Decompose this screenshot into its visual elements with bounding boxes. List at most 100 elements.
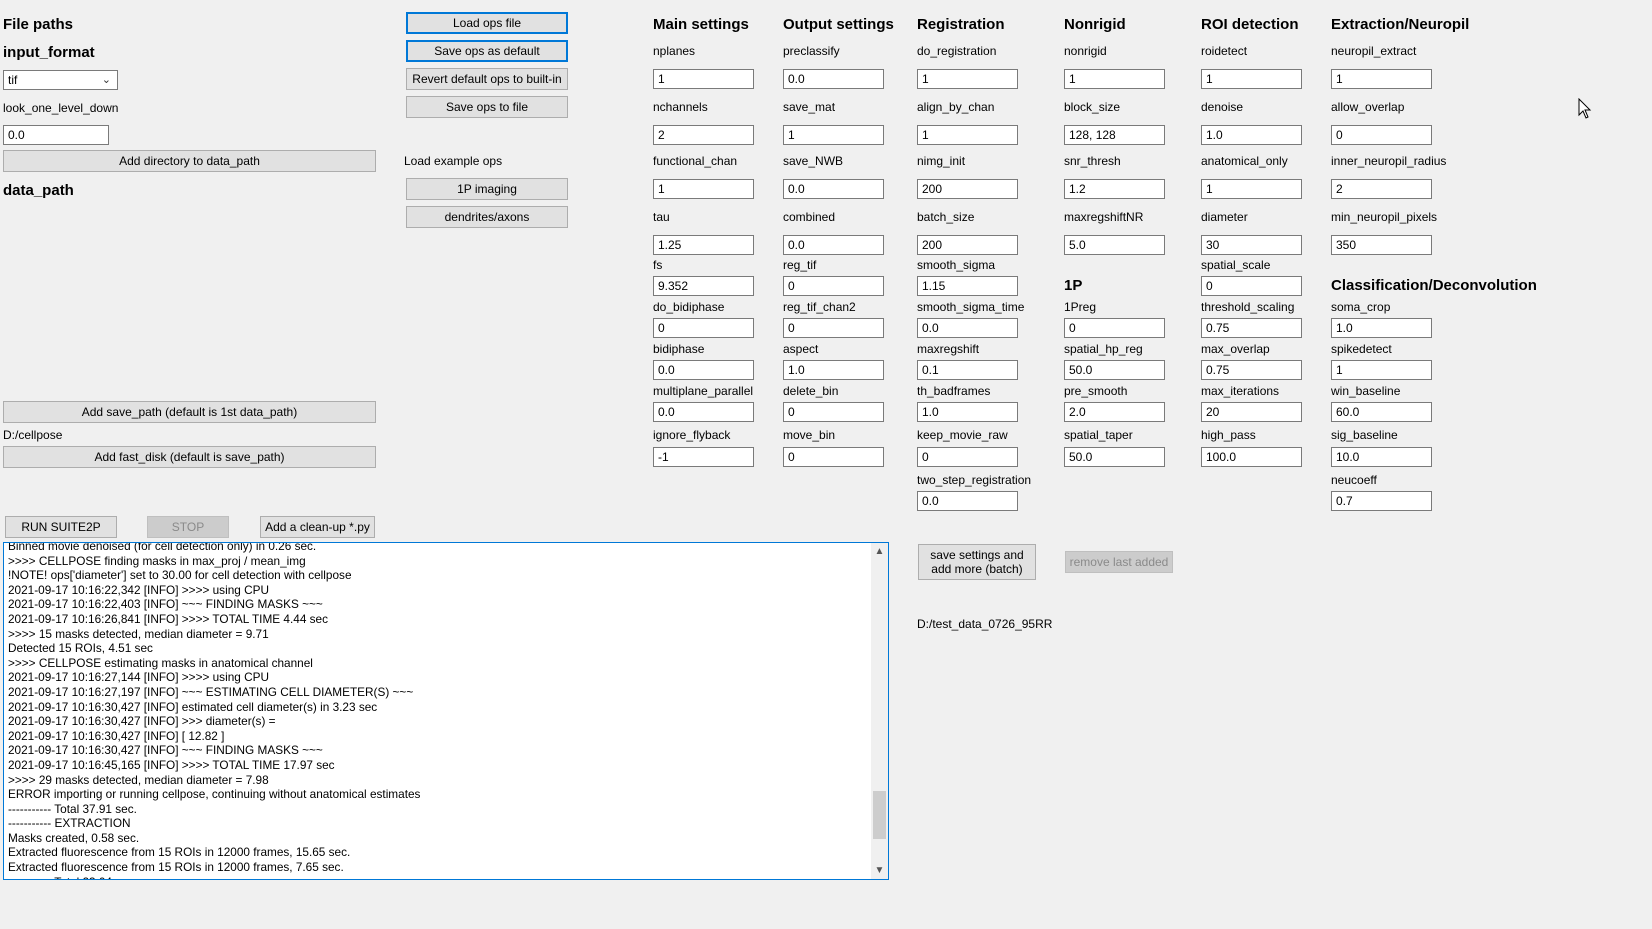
aspect-input[interactable] xyxy=(783,360,884,380)
run-suite2p-button[interactable]: RUN SUITE2P xyxy=(5,516,117,538)
tau-input[interactable] xyxy=(653,235,754,255)
nchannels-label: nchannels xyxy=(653,100,708,114)
save-ops-file-button[interactable]: Save ops to file xyxy=(406,96,568,118)
maxregshiftnr-label: maxregshiftNR xyxy=(1064,210,1144,224)
save-settings-batch-button[interactable]: save settings and add more (batch) xyxy=(918,544,1036,580)
multiplane-parallel-input[interactable] xyxy=(653,402,754,422)
bidiphase-input[interactable] xyxy=(653,360,754,380)
sig-baseline-input[interactable] xyxy=(1331,447,1432,467)
log-line: >>>> CELLPOSE finding masks in max_proj … xyxy=(8,553,306,568)
multiplane-parallel-label: multiplane_parallel xyxy=(653,384,754,398)
inner-neuropil-radius-input[interactable] xyxy=(1331,179,1432,199)
do-bidiphase-input[interactable] xyxy=(653,318,754,338)
do-registration-label: do_registration xyxy=(917,44,997,58)
threshold-scaling-input[interactable] xyxy=(1201,318,1302,338)
max-overlap-label: max_overlap xyxy=(1201,342,1270,356)
cleanup-button[interactable]: Add a clean-up *.py xyxy=(260,516,375,538)
maxregshiftnr-input[interactable] xyxy=(1064,235,1165,255)
diameter-input[interactable] xyxy=(1201,235,1302,255)
combined-input[interactable] xyxy=(783,235,884,255)
soma-crop-input[interactable] xyxy=(1331,318,1432,338)
add-fast-disk-button[interactable]: Add fast_disk (default is save_path) xyxy=(3,446,376,468)
log-line: >>>> CELLPOSE estimating masks in anatom… xyxy=(8,655,313,670)
do-registration-input[interactable] xyxy=(917,69,1018,89)
nimg-init-input[interactable] xyxy=(917,179,1018,199)
batch-path: D:/test_data_0726_95RR xyxy=(917,617,1053,631)
smooth-sigma-time-label: smooth_sigma_time xyxy=(917,300,1025,314)
smooth-sigma-time-input[interactable] xyxy=(917,318,1018,338)
move-bin-input[interactable] xyxy=(783,447,884,467)
max-iterations-label: max_iterations xyxy=(1201,384,1280,398)
keep-movie-raw-label: keep_movie_raw xyxy=(917,428,1008,442)
p1reg-input[interactable] xyxy=(1064,318,1165,338)
neucoeff-input[interactable] xyxy=(1331,491,1432,511)
smooth-sigma-input[interactable] xyxy=(917,276,1018,296)
high-pass-label: high_pass xyxy=(1201,428,1256,442)
spatial-taper-input[interactable] xyxy=(1064,447,1165,467)
nonrigid-input[interactable] xyxy=(1064,69,1165,89)
maxregshift-input[interactable] xyxy=(917,360,1018,380)
log-line: ----------- EXTRACTION xyxy=(8,816,131,831)
look-one-level-down-input[interactable] xyxy=(3,125,109,145)
log-line: Extracted fluorescence from 15 ROIs in 1… xyxy=(8,860,344,875)
add-save-path-button[interactable]: Add save_path (default is 1st data_path) xyxy=(3,401,376,423)
diameter-label: diameter xyxy=(1201,210,1248,224)
file-paths-header: File paths xyxy=(3,16,74,33)
win-baseline-input[interactable] xyxy=(1331,402,1432,422)
nplanes-input[interactable] xyxy=(653,69,754,89)
nchannels-input[interactable] xyxy=(653,125,754,145)
log-line: >>>> 29 masks detected, median diameter … xyxy=(8,772,269,787)
save-nwb-input[interactable] xyxy=(783,179,884,199)
snr-thresh-input[interactable] xyxy=(1064,179,1165,199)
pre-smooth-input[interactable] xyxy=(1064,402,1165,422)
allow-overlap-input[interactable] xyxy=(1331,125,1432,145)
input-format-value: tif xyxy=(8,73,18,87)
two-step-registration-label: two_step_registration xyxy=(917,473,1032,487)
spatial-hp-reg-input[interactable] xyxy=(1064,360,1165,380)
ignore-flyback-input[interactable] xyxy=(653,447,754,467)
delete-bin-input[interactable] xyxy=(783,402,884,422)
preclassify-input[interactable] xyxy=(783,69,884,89)
fs-input[interactable] xyxy=(653,276,754,296)
nplanes-label: nplanes xyxy=(653,44,696,58)
data-path-label: data_path xyxy=(3,182,74,199)
min-neuropil-pixels-input[interactable] xyxy=(1331,235,1432,255)
log-output[interactable]: Binned movie denoised (for cell detectio… xyxy=(3,542,889,880)
anatomical-only-input[interactable] xyxy=(1201,179,1302,199)
scroll-thumb[interactable] xyxy=(873,791,886,839)
spikedetect-input[interactable] xyxy=(1331,360,1432,380)
combined-label: combined xyxy=(783,210,836,224)
keep-movie-raw-input[interactable] xyxy=(917,447,1018,467)
stop-button[interactable]: STOP xyxy=(147,516,229,538)
max-iterations-input[interactable] xyxy=(1201,402,1302,422)
roidetect-input[interactable] xyxy=(1201,69,1302,89)
scroll-up-icon[interactable]: ▲ xyxy=(871,543,888,560)
save-mat-input[interactable] xyxy=(783,125,884,145)
max-overlap-input[interactable] xyxy=(1201,360,1302,380)
neuropil-extract-input[interactable] xyxy=(1331,69,1432,89)
high-pass-input[interactable] xyxy=(1201,447,1302,467)
spatial-scale-input[interactable] xyxy=(1201,276,1302,296)
log-line: ----------- Total 37.91 sec. xyxy=(8,801,137,816)
imaging-1p-button[interactable]: 1P imaging xyxy=(406,178,568,200)
th-badframes-input[interactable] xyxy=(917,402,1018,422)
batch-size-input[interactable] xyxy=(917,235,1018,255)
reg-tif-chan2-input[interactable] xyxy=(783,318,884,338)
functional-chan-input[interactable] xyxy=(653,179,754,199)
save-ops-default-button[interactable]: Save ops as default xyxy=(406,40,568,62)
log-scrollbar[interactable]: ▲ ▼ xyxy=(871,543,888,879)
reg-tif-input[interactable] xyxy=(783,276,884,296)
block-size-input[interactable] xyxy=(1064,125,1165,145)
output-settings-header: Output settings xyxy=(783,16,894,33)
log-line: 2021-09-17 10:16:30,427 [INFO] >>> diame… xyxy=(8,714,276,729)
align-by-chan-input[interactable] xyxy=(917,125,1018,145)
dendrites-axons-button[interactable]: dendrites/axons xyxy=(406,206,568,228)
load-ops-button[interactable]: Load ops file xyxy=(406,12,568,34)
denoise-input[interactable] xyxy=(1201,125,1302,145)
add-directory-button[interactable]: Add directory to data_path xyxy=(3,150,376,172)
remove-last-added-button[interactable]: remove last added xyxy=(1065,551,1173,573)
two-step-registration-input[interactable] xyxy=(917,491,1018,511)
input-format-select[interactable]: tif ⌄ xyxy=(3,70,118,90)
revert-default-button[interactable]: Revert default ops to built-in xyxy=(406,68,568,90)
scroll-down-icon[interactable]: ▼ xyxy=(871,862,888,879)
